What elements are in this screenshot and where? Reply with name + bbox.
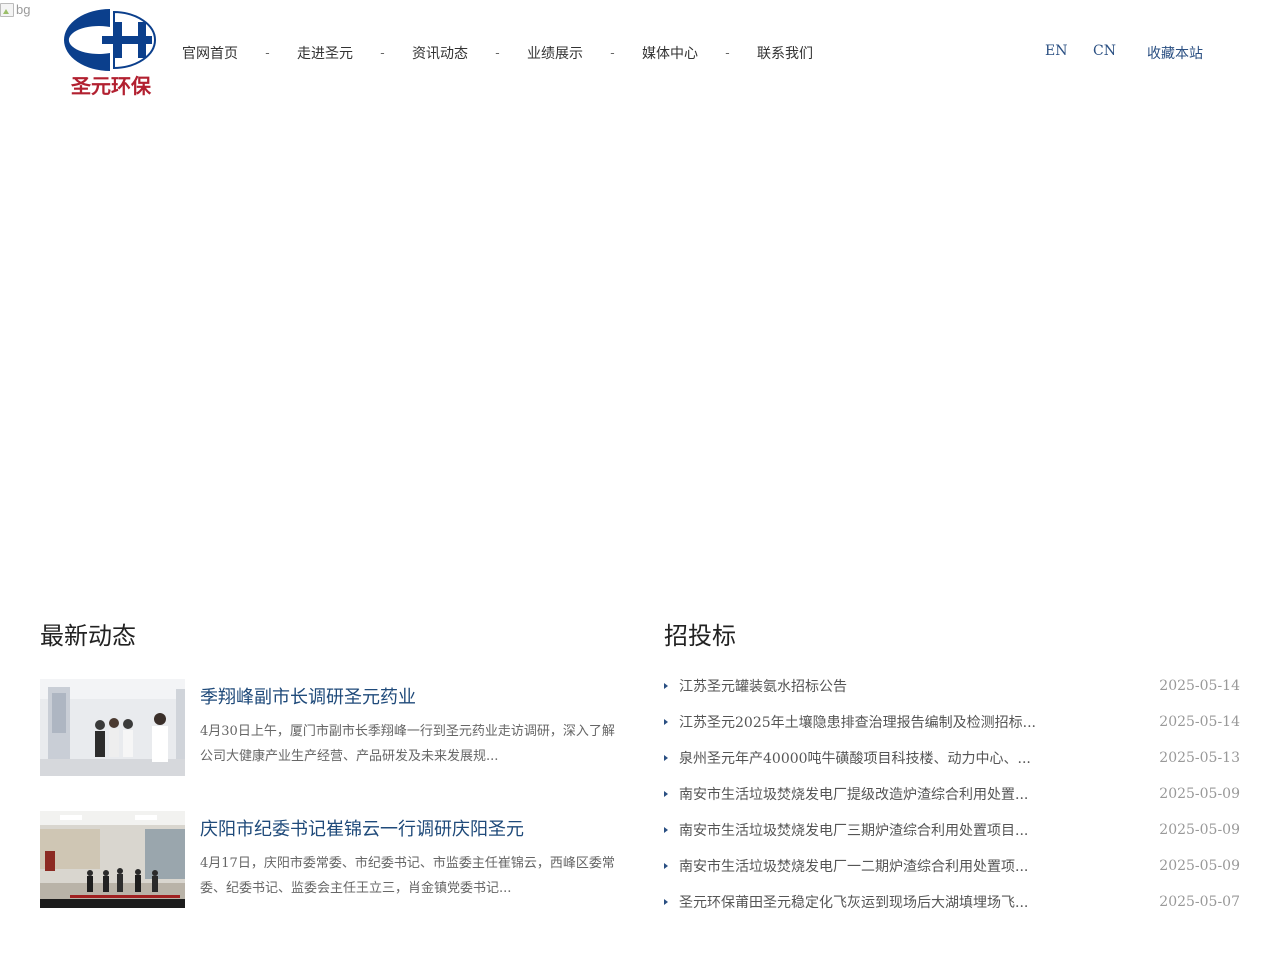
main-nav: 官网首页 - 走进圣元 - 资讯动态 - 业绩展示 - 媒体中心 - 联系我们 [168,43,827,63]
nav-contact[interactable]: 联系我们 [743,43,827,63]
tender-section-title: 招投标 [664,622,736,650]
news-summary: 4月17日，庆阳市委常委、市纪委书记、市监委主任崔锦云，西峰区委常委、纪委书记、… [200,856,615,896]
triangle-bullet-icon [664,755,670,761]
list-item[interactable]: 南安市生活垃圾焚烧发电厂提级改造炉渣综合利用处置... 2025-05-09 [664,776,1240,812]
news-section-title: 最新动态 [40,622,136,650]
tender-title[interactable]: 南安市生活垃圾焚烧发电厂提级改造炉渣综合利用处置... [679,784,1028,804]
news-thumbnail[interactable] [40,679,185,776]
list-item[interactable]: 圣元环保莆田圣元稳定化飞灰运到现场后大湖填埋场飞... 2025-05-07 [664,884,1240,920]
broken-image-icon [0,2,14,17]
site-logo[interactable]: 圣元环保 [62,8,158,98]
list-item[interactable]: 江苏圣元2025年土壤隐患排查治理报告编制及检测招标... 2025-05-14 [664,704,1240,740]
tender-title[interactable]: 江苏圣元罐装氨水招标公告 [679,676,847,696]
nav-media[interactable]: 媒体中心 [628,43,712,63]
triangle-bullet-icon [664,683,670,689]
tender-date: 2025-05-09 [1159,786,1240,802]
lang-en-link[interactable]: EN [1045,43,1067,59]
logo-text: 圣元环保 [71,74,151,98]
nav-home[interactable]: 官网首页 [168,43,252,63]
hero-banner [0,105,1280,595]
lang-cn-link[interactable]: CN [1093,43,1116,59]
triangle-bullet-icon [664,791,670,797]
news-thumbnail[interactable] [40,811,185,908]
nav-separator: - [380,45,385,61]
triangle-bullet-icon [664,863,670,869]
tender-title[interactable]: 圣元环保莆田圣元稳定化飞灰运到现场后大湖填埋场飞... [679,892,1028,912]
list-item[interactable]: 南安市生活垃圾焚烧发电厂一二期炉渣综合利用处置项... 2025-05-09 [664,848,1240,884]
tender-list: 江苏圣元罐装氨水招标公告 2025-05-14 江苏圣元2025年土壤隐患排查治… [664,668,1240,920]
news-summary: 4月30日上午，厦门市副市长季翔峰一行到圣元药业走访调研，深入了解公司大健康产业… [200,724,615,764]
nav-projects[interactable]: 业绩展示 [513,43,597,63]
logo-mark-icon [64,9,157,71]
tender-date: 2025-05-14 [1159,678,1240,694]
tender-title[interactable]: 泉州圣元年产40000吨牛磺酸项目科技楼、动力中心、... [679,748,1031,768]
triangle-bullet-icon [664,827,670,833]
tender-title[interactable]: 江苏圣元2025年土壤隐患排查治理报告编制及检测招标... [679,712,1036,732]
tender-date: 2025-05-09 [1159,858,1240,874]
news-title[interactable]: 季翔峰副市长调研圣元药业 [200,683,416,709]
news-title[interactable]: 庆阳市纪委书记崔锦云一行调研庆阳圣元 [200,815,524,841]
list-item[interactable]: 南安市生活垃圾焚烧发电厂三期炉渣综合利用处置项目... 2025-05-09 [664,812,1240,848]
news-item[interactable]: 庆阳市纪委书记崔锦云一行调研庆阳圣元 4月17日，庆阳市委常委、市纪委书记、市监… [40,811,620,908]
nav-separator: - [610,45,615,61]
tender-date: 2025-05-14 [1159,714,1240,730]
nav-separator: - [265,45,270,61]
banner-background-image: bg [0,2,30,17]
banner-alt-text: bg [16,2,31,17]
nav-news[interactable]: 资讯动态 [398,43,482,63]
nav-separator: - [725,45,730,61]
tender-date: 2025-05-09 [1159,822,1240,838]
bookmark-link[interactable]: 收藏本站 [1147,43,1203,63]
nav-about[interactable]: 走进圣元 [283,43,367,63]
tender-title[interactable]: 南安市生活垃圾焚烧发电厂一二期炉渣综合利用处置项... [679,856,1028,876]
triangle-bullet-icon [664,719,670,725]
tender-date: 2025-05-13 [1159,750,1240,766]
tender-title[interactable]: 南安市生活垃圾焚烧发电厂三期炉渣综合利用处置项目... [679,820,1028,840]
nav-separator: - [495,45,500,61]
list-item[interactable]: 泉州圣元年产40000吨牛磺酸项目科技楼、动力中心、... 2025-05-13 [664,740,1240,776]
list-item[interactable]: 江苏圣元罐装氨水招标公告 2025-05-14 [664,668,1240,704]
triangle-bullet-icon [664,899,670,905]
news-item[interactable]: 季翔峰副市长调研圣元药业 4月30日上午，厦门市副市长季翔峰一行到圣元药业走访调… [40,679,620,776]
tender-date: 2025-05-07 [1159,894,1240,910]
